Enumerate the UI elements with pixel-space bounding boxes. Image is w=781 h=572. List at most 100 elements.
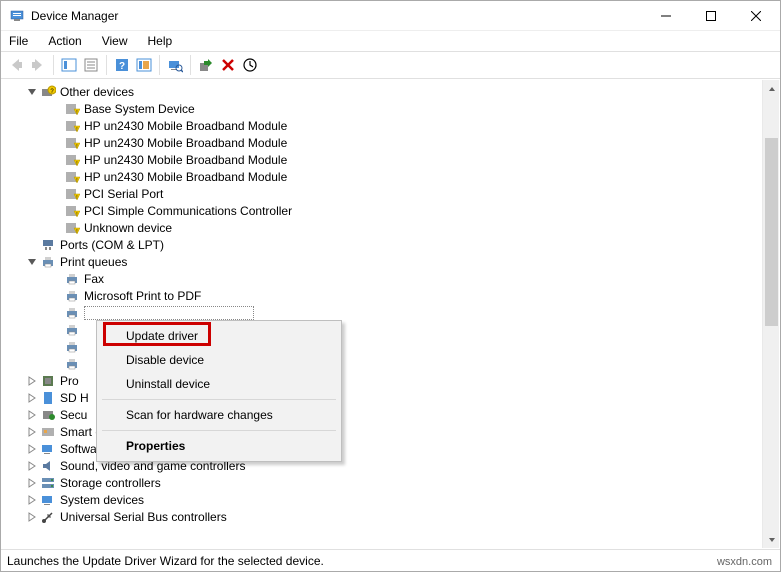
warning-device-icon: !: [64, 220, 80, 236]
toolbar-divider: [106, 55, 107, 75]
update-driver-button[interactable]: [195, 54, 217, 76]
tree-label: SD H: [60, 391, 89, 405]
software-icon: [40, 441, 56, 457]
warning-device-icon: !: [64, 186, 80, 202]
menu-action[interactable]: Action: [46, 32, 83, 50]
context-menu: Update driver Disable device Uninstall d…: [96, 320, 342, 462]
maximize-button[interactable]: [688, 1, 733, 30]
tree-label: Storage controllers: [60, 476, 161, 490]
printer-icon: [64, 288, 80, 304]
printer-icon: [64, 271, 80, 287]
expand-icon[interactable]: [26, 409, 38, 421]
expand-icon[interactable]: [26, 375, 38, 387]
tree-node-storage[interactable]: Storage controllers: [2, 474, 779, 491]
uninstall-button[interactable]: [217, 54, 239, 76]
vertical-scrollbar[interactable]: [762, 80, 779, 548]
menu-help[interactable]: Help: [146, 32, 175, 50]
toolbar-divider: [190, 55, 191, 75]
menu-view[interactable]: View: [100, 32, 130, 50]
expand-icon[interactable]: [26, 392, 38, 404]
tree-label: [84, 306, 254, 320]
menu-bar: File Action View Help: [1, 31, 780, 51]
scroll-thumb[interactable]: [765, 138, 778, 326]
scan-hardware-button[interactable]: [164, 54, 186, 76]
back-button[interactable]: [5, 54, 27, 76]
printer-icon: [64, 356, 80, 372]
svg-text:!: !: [76, 110, 77, 116]
tree-node-print-queues[interactable]: Print queues: [2, 253, 779, 270]
tree-item[interactable]: ! HP un2430 Mobile Broadband Module: [2, 117, 779, 134]
tree-item[interactable]: ! PCI Simple Communications Controller: [2, 202, 779, 219]
ports-icon: [40, 237, 56, 253]
sound-icon: [40, 458, 56, 474]
tree-label: PCI Simple Communications Controller: [84, 204, 292, 218]
menu-file[interactable]: File: [7, 32, 30, 50]
minimize-button[interactable]: [643, 1, 688, 30]
window-controls: [643, 1, 778, 30]
tree-label: HP un2430 Mobile Broadband Module: [84, 119, 287, 133]
warning-device-icon: !: [64, 118, 80, 134]
scroll-up-icon[interactable]: [763, 80, 779, 97]
processor-icon: [40, 373, 56, 389]
security-icon: [40, 407, 56, 423]
properties-button[interactable]: [80, 54, 102, 76]
tree-item-hidden[interactable]: [2, 304, 779, 321]
tree-label: HP un2430 Mobile Broadband Module: [84, 136, 287, 150]
tree-item[interactable]: ! Base System Device: [2, 100, 779, 117]
tree-item-fax[interactable]: Fax: [2, 270, 779, 287]
tree-node-usb[interactable]: Universal Serial Bus controllers: [2, 508, 779, 525]
tree-item[interactable]: ! PCI Serial Port: [2, 185, 779, 202]
window-title: Device Manager: [31, 9, 643, 23]
printer-icon: [64, 322, 80, 338]
tree-label: Print queues: [60, 255, 127, 269]
warning-device-icon: !: [64, 169, 80, 185]
menu-item-disable-device[interactable]: Disable device: [100, 348, 338, 372]
tree-item[interactable]: !HP un2430 Mobile Broadband Module: [2, 134, 779, 151]
toolbar-divider: [53, 55, 54, 75]
tree-label: PCI Serial Port: [84, 187, 163, 201]
warning-device-icon: !: [64, 101, 80, 117]
menu-item-scan-hardware[interactable]: Scan for hardware changes: [100, 403, 338, 427]
smartcard-icon: [40, 424, 56, 440]
expand-icon[interactable]: [26, 511, 38, 523]
expand-icon[interactable]: [26, 426, 38, 438]
status-text: Launches the Update Driver Wizard for th…: [7, 554, 324, 568]
watermark: wsxdn.com: [717, 556, 772, 568]
svg-text:!: !: [76, 178, 77, 184]
tree-item-pdf[interactable]: Microsoft Print to PDF: [2, 287, 779, 304]
collapse-icon[interactable]: [26, 86, 38, 98]
expand-icon[interactable]: [26, 460, 38, 472]
expand-icon[interactable]: [26, 443, 38, 455]
tree-node-other-devices[interactable]: ? Other devices: [2, 83, 779, 100]
warning-device-icon: !: [64, 203, 80, 219]
menu-item-properties[interactable]: Properties: [100, 434, 338, 458]
tree-label: Universal Serial Bus controllers: [60, 510, 227, 524]
disable-device-button[interactable]: [239, 54, 261, 76]
svg-text:!: !: [76, 229, 77, 235]
status-bar: Launches the Update Driver Wizard for th…: [1, 549, 780, 571]
tree-label: System devices: [60, 493, 144, 507]
menu-item-update-driver[interactable]: Update driver: [100, 324, 338, 348]
toolbar: ?: [1, 51, 780, 79]
tree-node-ports[interactable]: Ports (COM & LPT): [2, 236, 779, 253]
tree-label: HP un2430 Mobile Broadband Module: [84, 170, 287, 184]
tree-node-system[interactable]: System devices: [2, 491, 779, 508]
category-icon: ?: [40, 84, 56, 100]
close-button[interactable]: [733, 1, 778, 30]
tree-label: Base System Device: [84, 102, 195, 116]
tree-item[interactable]: !HP un2430 Mobile Broadband Module: [2, 151, 779, 168]
printer-icon: [64, 305, 80, 321]
svg-text:!: !: [76, 127, 77, 133]
tree-item[interactable]: !Unknown device: [2, 219, 779, 236]
tree-item[interactable]: ! HP un2430 Mobile Broadband Module: [2, 168, 779, 185]
forward-button[interactable]: [27, 54, 49, 76]
help-button[interactable]: ?: [111, 54, 133, 76]
action-icon-button[interactable]: [133, 54, 155, 76]
show-hide-console-button[interactable]: [58, 54, 80, 76]
expand-icon[interactable]: [26, 494, 38, 506]
menu-item-uninstall-device[interactable]: Uninstall device: [100, 372, 338, 396]
svg-text:?: ?: [119, 61, 125, 72]
scroll-down-icon[interactable]: [763, 531, 779, 548]
expand-icon[interactable]: [26, 477, 38, 489]
collapse-icon[interactable]: [26, 256, 38, 268]
